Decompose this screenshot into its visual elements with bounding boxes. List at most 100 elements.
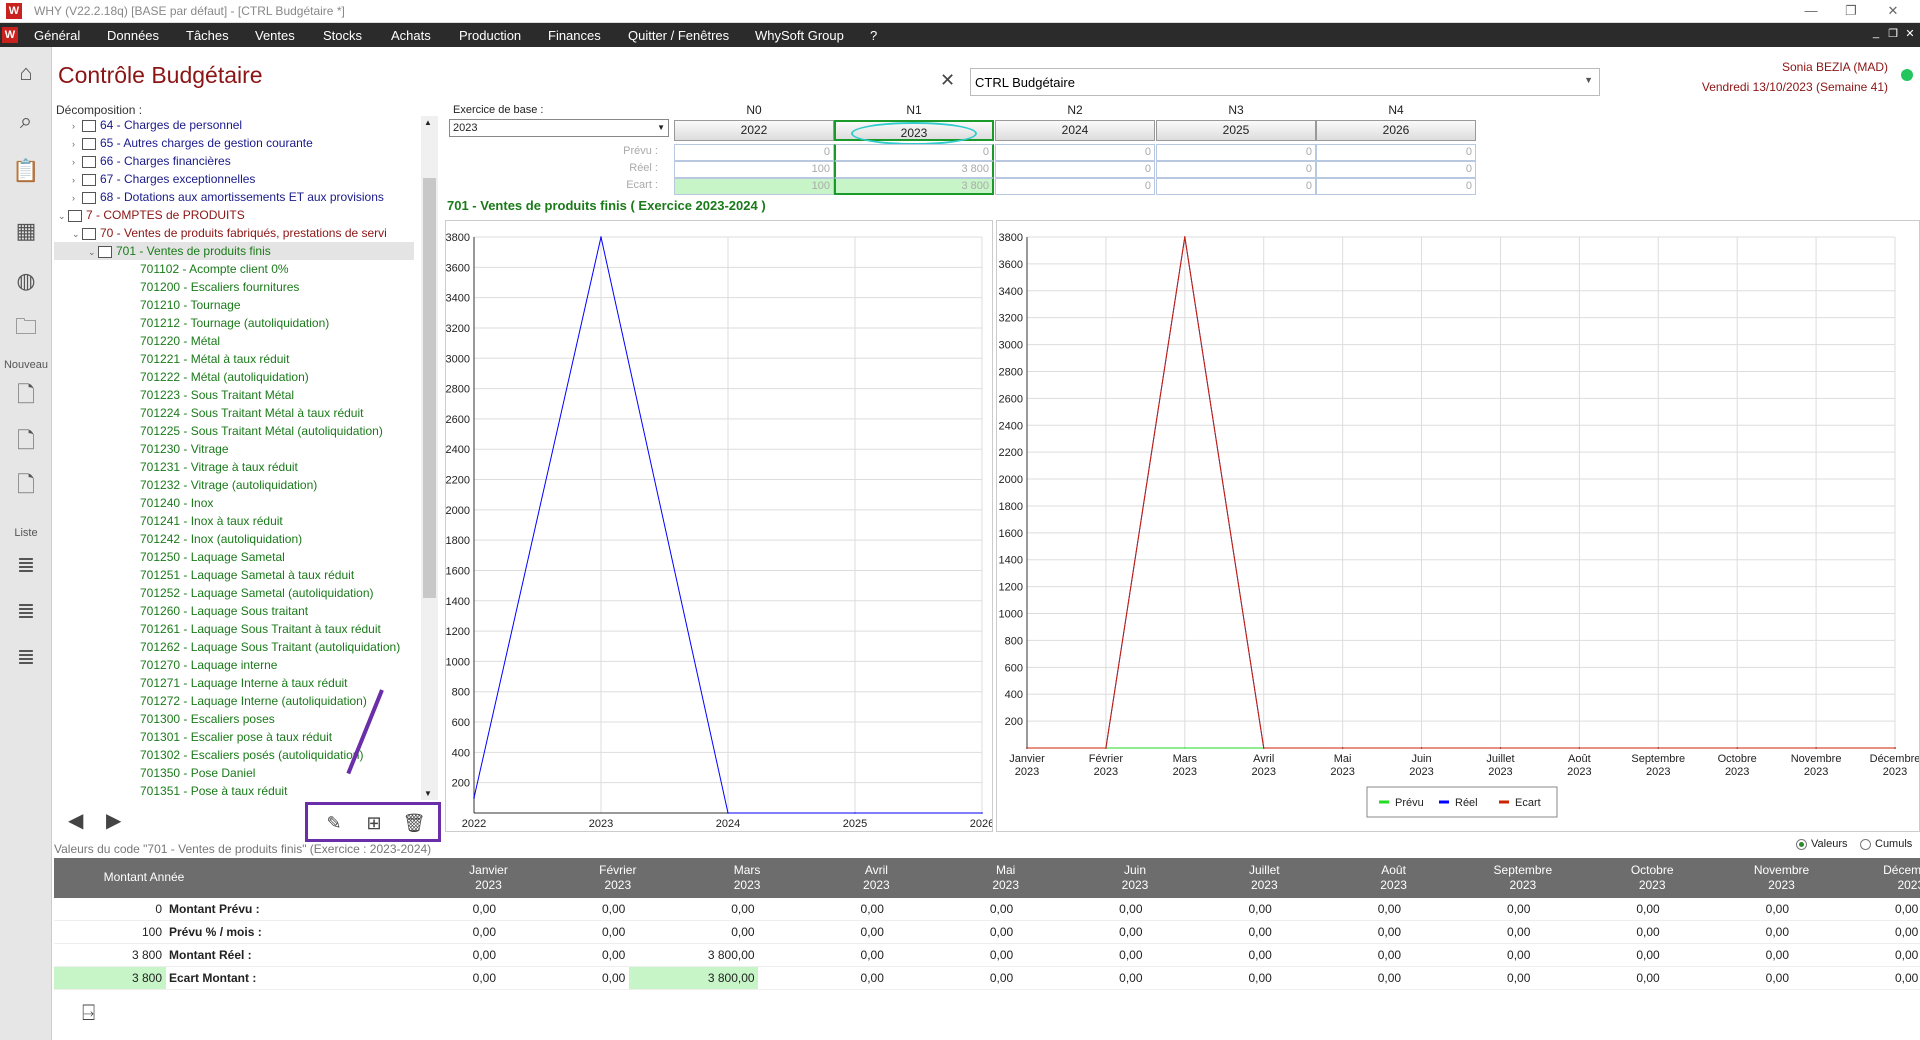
month-value[interactable]: 0,00 [629,898,758,920]
exercise-year-button[interactable]: 2026 [1316,120,1476,141]
tree-item[interactable]: 701250 - Laquage Sametal [140,548,285,566]
close-window-icon[interactable]: ✕ [1878,2,1908,20]
month-value[interactable]: 0,00 [629,921,758,943]
month-value[interactable]: 0,00 [1792,898,1920,920]
folder-icon[interactable]: 🗀 [10,311,42,343]
month-value[interactable]: 0,00 [1404,898,1533,920]
tree-item[interactable]: 701351 - Pose à taux réduit [140,782,287,800]
month-value[interactable]: 0,00 [370,898,499,920]
tree-item[interactable]: 701261 - Laquage Sous Traitant à taux ré… [140,620,381,638]
month-value[interactable]: 0,00 [1663,921,1792,943]
list-a-icon[interactable]: ≣ [10,595,42,627]
add-icon[interactable]: ⊞ [362,813,386,835]
collapse-icon[interactable]: ⌄ [88,243,98,261]
tree-item[interactable]: 701302 - Escaliers posés (autoliquidatio… [140,746,363,764]
month-value[interactable]: 0,00 [1017,898,1146,920]
tree-item[interactable]: 701230 - Vitrage [140,440,229,458]
tree-item[interactable]: › 66 - Charges financières [72,152,231,170]
month-value[interactable]: 0,00 [758,944,887,966]
tree-item[interactable]: ⌄ 70 - Ventes de produits fabriqués, pres… [72,224,387,242]
month-value[interactable]: 0,00 [1534,921,1663,943]
menu-taches[interactable]: Tâches [186,28,229,43]
tree-scroll-thumb[interactable] [423,178,436,598]
month-value[interactable]: 0,00 [1275,921,1404,943]
month-value[interactable]: 0,00 [370,944,499,966]
month-value[interactable]: 0,00 [1404,967,1533,989]
tree-item[interactable]: 701102 - Acompte client 0% [140,260,289,278]
expand-icon[interactable]: › [72,135,82,153]
web-icon[interactable]: ◍ [10,265,42,297]
edit-icon[interactable]: ✎ [322,813,346,835]
menu-achats[interactable]: Achats [391,28,431,43]
month-value[interactable]: 0,00 [1146,944,1275,966]
exercise-year-button[interactable]: 2025 [1156,120,1316,141]
month-value[interactable]: 0,00 [1534,967,1663,989]
tree-item[interactable]: 701225 - Sous Traitant Métal (autoliquid… [140,422,383,440]
month-value[interactable]: 0,00 [499,898,628,920]
mdi-minimize-icon[interactable]: _ [1868,27,1884,39]
month-value[interactable]: 0,00 [499,944,628,966]
list-c-icon[interactable]: ≣ [10,641,42,673]
month-value[interactable]: 0,00 [499,967,628,989]
tree-item[interactable]: › 68 - Dotations aux amortissements ET au… [72,188,384,206]
tree-item[interactable]: 701221 - Métal à taux réduit [140,350,289,368]
exercise-year-button[interactable]: 2024 [995,120,1155,141]
tree-item[interactable]: 701231 - Vitrage à taux réduit [140,458,298,476]
month-value[interactable]: 0,00 [1663,967,1792,989]
expand-icon[interactable]: › [72,189,82,207]
tree-item[interactable]: › 67 - Charges exceptionnelles [72,170,255,188]
month-value[interactable]: 0,00 [1275,967,1404,989]
tree-item[interactable]: 701241 - Inox à taux réduit [140,512,283,530]
collapse-icon[interactable]: ⌄ [58,207,68,225]
month-value[interactable]: 0,00 [1663,944,1792,966]
month-value[interactable]: 3 800,00 [629,944,758,966]
month-value[interactable]: 0,00 [370,921,499,943]
month-value[interactable]: 0,00 [1275,898,1404,920]
tree-item[interactable]: 701350 - Pose Daniel [140,764,255,782]
menu-production[interactable]: Production [459,28,521,43]
month-value[interactable]: 0,00 [1404,921,1533,943]
month-value[interactable]: 0,00 [1404,944,1533,966]
month-value[interactable]: 0,00 [1146,898,1275,920]
month-value[interactable]: 0,00 [887,967,1016,989]
tree-item[interactable]: 701224 - Sous Traitant Métal à taux rédu… [140,404,363,422]
month-value[interactable]: 0,00 [1017,967,1146,989]
menu-stocks[interactable]: Stocks [323,28,362,43]
menu-quitter-fenetres[interactable]: Quitter / Fenêtres [628,28,729,43]
list-d-icon[interactable]: ≣ [10,549,42,581]
expand-icon[interactable]: › [72,117,82,135]
tree-item[interactable]: 701270 - Laquage interne [140,656,277,674]
new-document-d-icon[interactable]: 🗋 [10,379,42,411]
previous-icon[interactable]: ◀ [68,808,83,833]
clipboard-icon[interactable]: 📋 [10,155,42,187]
month-value[interactable]: 0,00 [758,898,887,920]
tree-item[interactable]: 701262 - Laquage Sous Traitant (autoliqu… [140,638,400,656]
month-value[interactable]: 0,00 [499,921,628,943]
month-value[interactable]: 0,00 [1146,921,1275,943]
month-value[interactable]: 0,00 [1792,921,1920,943]
scroll-down-icon[interactable]: ▼ [424,789,432,798]
menu-whysoft-group[interactable]: WhySoft Group [755,28,844,43]
tree-item[interactable]: 701271 - Laquage Interne à taux réduit [140,674,348,692]
month-value[interactable]: 0,00 [1017,944,1146,966]
menu-donnees[interactable]: Données [107,28,159,43]
month-value[interactable]: 0,00 [370,967,499,989]
mdi-close-icon[interactable]: ✕ [1902,27,1918,40]
tree-scrollbar[interactable]: ▲ ▼ [421,116,438,800]
tree-item[interactable]: 701272 - Laquage Interne (autoliquidatio… [140,692,367,710]
tree-item[interactable]: 701252 - Laquage Sametal (autoliquidatio… [140,584,374,602]
tree-item[interactable]: 701212 - Tournage (autoliquidation) [140,314,329,332]
search-icon[interactable]: ⌕ [10,105,42,137]
month-value[interactable]: 0,00 [1792,967,1920,989]
new-document-c-icon[interactable]: 🗋 [10,469,42,501]
tree-item[interactable]: ⌄ 701 - Ventes de produits finis [54,242,414,260]
delete-icon[interactable]: 🗑 [402,813,426,835]
radio-valeurs[interactable]: Valeurs [1796,838,1847,850]
collapse-icon[interactable]: ⌄ [72,225,82,243]
tree-item[interactable]: ⌄ 7 - COMPTES de PRODUITS [58,206,245,224]
exit-icon[interactable]: ⍈ [82,1000,95,1026]
month-value[interactable]: 0,00 [758,921,887,943]
expand-icon[interactable]: › [72,153,82,171]
tree-item[interactable]: 701260 - Laquage Sous traitant [140,602,308,620]
home-icon[interactable]: ⌂ [10,57,42,89]
